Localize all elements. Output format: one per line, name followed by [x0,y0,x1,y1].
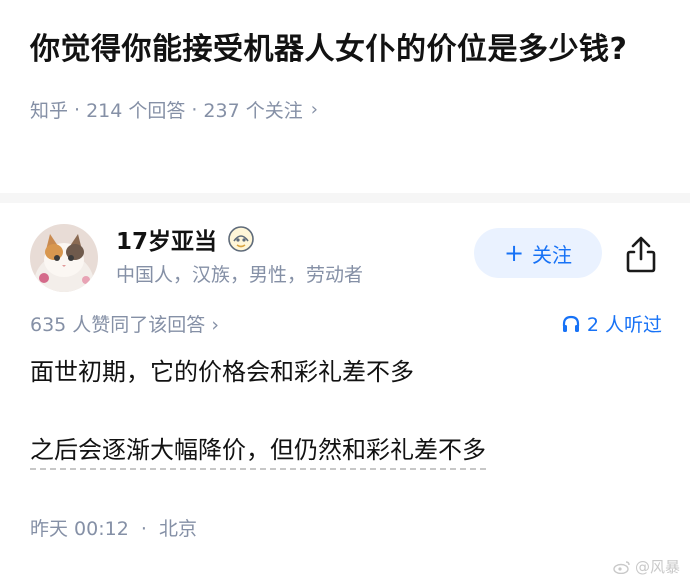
question-title[interactable]: 你觉得你能接受机器人女仆的价位是多少钱? [30,26,670,74]
author-description: 中国人，汉族，男性，劳动者 [116,264,364,286]
question-header: 你觉得你能接受机器人女仆的价位是多少钱? 知乎 · 214 个回答 · 237 … [30,26,670,123]
answer-paragraph: 面世初期，它的价格会和彩礼差不多 [30,358,414,386]
answer-stats: 635 人赞同了该回答 › 2 人听过 [30,310,662,337]
watermark: @风暴 [613,556,680,577]
follow-label: 关注 [532,242,573,267]
answer-paragraph: 之后会逐渐大幅降价，但仍然和彩礼差不多 [30,432,486,470]
section-divider [0,193,690,203]
avatar[interactable] [30,224,98,292]
watermark-text: @风暴 [634,558,680,576]
question-source: 知乎 [30,100,69,122]
listen-count: 2 人听过 [586,314,662,336]
listen-button[interactable]: 2 人听过 [561,310,662,337]
chevron-right-icon: › [310,99,318,120]
post-time: 昨天 00:12 [30,518,129,540]
meta-separator: · [140,518,147,540]
answer-content: 面世初期，它的价格会和彩礼差不多 之后会逐渐大幅降价，但仍然和彩礼差不多 [30,352,670,470]
badge-icon [228,226,254,252]
plus-icon: + [503,239,525,267]
likes-link[interactable]: 635 人赞同了该回答 › [30,310,219,337]
follower-count: 237 个关注 [203,100,303,122]
question-meta[interactable]: 知乎 · 214 个回答 · 237 个关注 › [30,96,670,123]
author-name[interactable]: 17岁亚当 [116,222,217,256]
post-location: 北京 [158,518,197,540]
answer-count: 214 个回答 [86,100,186,122]
author-name-row: 17岁亚当 [116,222,255,256]
author-card: 17岁亚当 中国人，汉族，男性，劳动者 + 关注 [30,222,670,292]
meta-separator: · [74,98,81,121]
meta-separator: · [191,98,198,121]
share-icon[interactable] [624,236,658,274]
post-meta: 昨天 00:12 · 北京 [30,514,197,541]
headphones-icon [562,315,579,332]
chevron-right-icon: › [211,314,219,336]
weibo-icon [613,560,630,574]
likes-count: 635 人赞同了该回答 [30,314,206,336]
follow-button[interactable]: + 关注 [474,228,602,278]
